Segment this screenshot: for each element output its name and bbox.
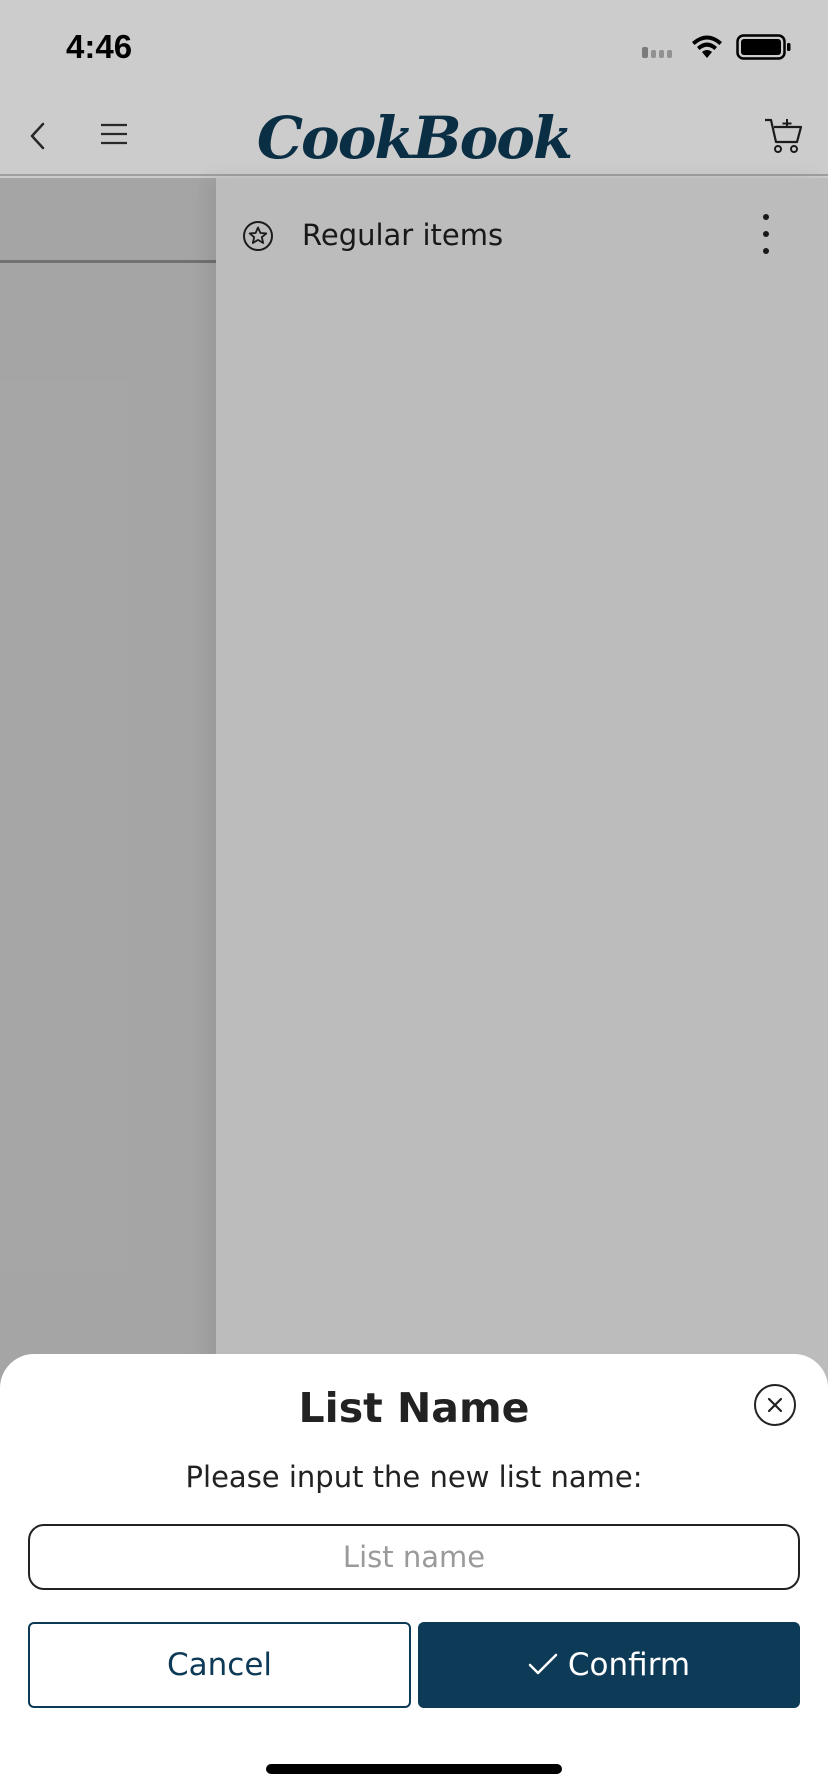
list-name-dialog: List Name Please input the new list name…	[0, 1354, 828, 1792]
list-name-input[interactable]	[28, 1524, 800, 1590]
dialog-title: List Name	[298, 1384, 530, 1432]
dialog-message: Please input the new list name:	[185, 1460, 643, 1494]
home-indicator[interactable]	[266, 1764, 562, 1774]
close-button[interactable]	[754, 1384, 796, 1426]
cancel-button[interactable]: Cancel	[28, 1622, 411, 1708]
cancel-button-label: Cancel	[166, 1647, 273, 1683]
confirm-button[interactable]: Confirm	[418, 1622, 800, 1708]
close-icon	[767, 1397, 783, 1413]
checkmark-icon	[528, 1653, 558, 1675]
confirm-button-label: Confirm	[567, 1647, 691, 1683]
